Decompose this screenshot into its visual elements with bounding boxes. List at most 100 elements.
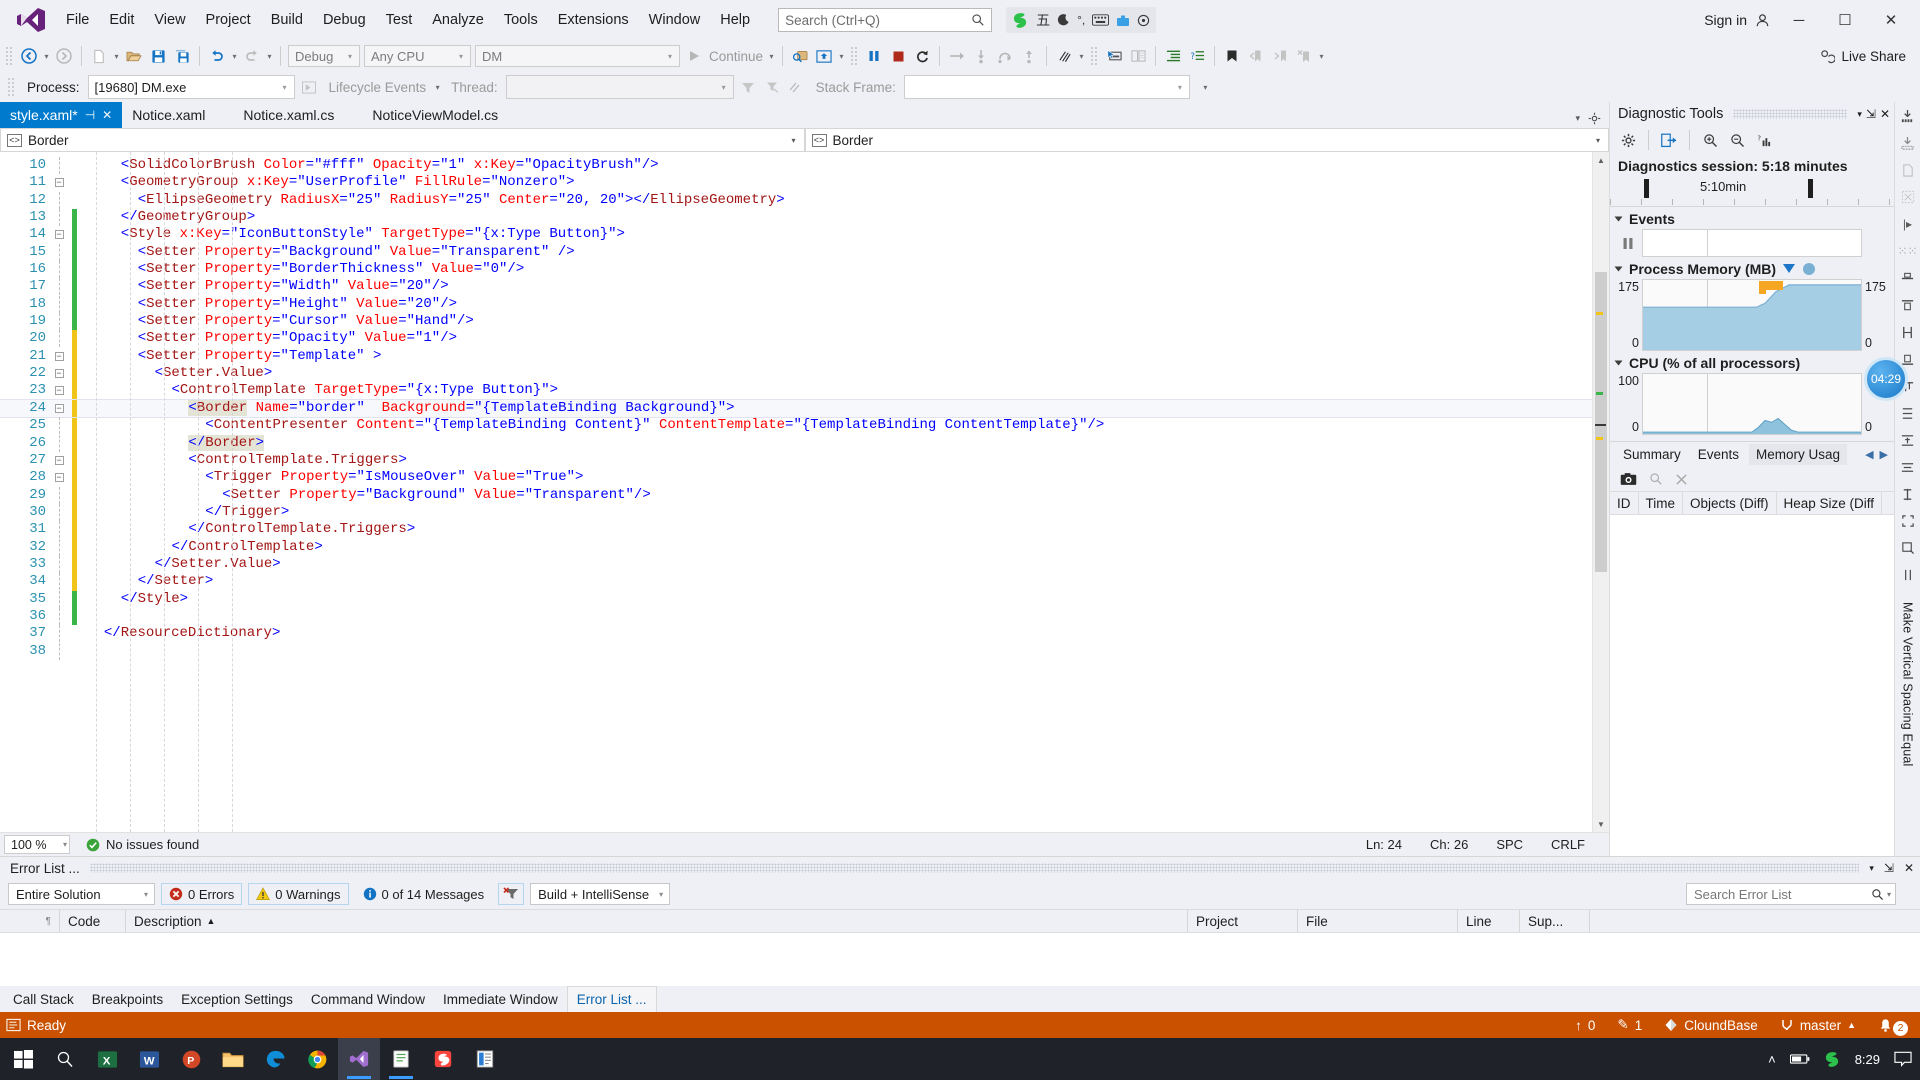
clear-icon[interactable] [1675, 473, 1688, 486]
reset-layout-icon[interactable] [1898, 187, 1918, 207]
code-text[interactable]: </Setter.Value> [77, 556, 281, 573]
restart-icon[interactable] [910, 44, 934, 68]
code-line[interactable]: 31 </ControlTemplate.Triggers> [0, 521, 1592, 539]
dock-tab-error-list[interactable]: Error List ... [566, 986, 657, 1012]
dock-tab-command-window[interactable]: Command Window [302, 988, 434, 1011]
thread-combo[interactable]: ▾ [505, 75, 734, 99]
continue-button[interactable]: Continue [706, 49, 766, 64]
continue-dropdown-icon[interactable]: ▾ [766, 44, 777, 68]
ime-toolbox-icon[interactable] [1116, 14, 1130, 27]
redo-icon[interactable] [240, 44, 264, 68]
panel-menu-icon[interactable]: ▾ [1857, 109, 1862, 120]
dock-tab-exception-settings[interactable]: Exception Settings [172, 988, 302, 1011]
save-icon[interactable] [146, 44, 170, 68]
fullscreen-icon[interactable] [1898, 511, 1918, 531]
global-search-input[interactable]: Search (Ctrl+Q) [778, 8, 993, 32]
step-into-icon[interactable] [969, 44, 993, 68]
notepad-icon[interactable] [380, 1038, 422, 1080]
tab-style-xaml[interactable]: style.xaml* ⊣ ✕ [0, 102, 123, 128]
close-icon[interactable]: ✕ [1904, 861, 1914, 875]
sign-in-label[interactable]: Sign in [1704, 12, 1747, 28]
code-text[interactable]: <GeometryGroup x:Key="UserProfile" FillR… [77, 174, 575, 191]
align-top-icon[interactable] [1898, 295, 1918, 315]
code-text[interactable]: <Setter Property="Background" Value="Tra… [77, 244, 575, 261]
dock-bottom-alt-icon[interactable] [1898, 133, 1918, 153]
ime-keyboard-icon[interactable] [1092, 14, 1110, 26]
outgoing-commits[interactable]: ↑ 0 [1575, 1018, 1595, 1033]
fold-toggle-icon[interactable]: − [46, 400, 72, 417]
code-text[interactable]: </Trigger> [77, 504, 289, 521]
pending-changes[interactable]: ✎ 1 [1617, 1017, 1642, 1033]
pin-icon[interactable]: ⇲ [1866, 107, 1876, 121]
code-text[interactable]: </ControlTemplate.Triggers> [77, 521, 415, 538]
code-line[interactable]: 17 <Setter Property="Width" Value="20"/> [0, 278, 1592, 296]
memory-chart[interactable] [1642, 279, 1862, 351]
maximize-button[interactable]: ☐ [1822, 0, 1868, 40]
undo-icon[interactable] [205, 44, 229, 68]
intellitrace-dropdown-icon[interactable]: ▾ [1076, 44, 1087, 68]
code-text[interactable]: </ResourceDictionary> [77, 625, 280, 642]
redo-dropdown-icon[interactable]: ▾ [264, 44, 275, 68]
show-hidden-icons-icon[interactable]: ˄ [1768, 1052, 1776, 1067]
code-line[interactable]: 24− <Border Name="border" Background="{Te… [0, 398, 1592, 419]
pause-icon[interactable] [862, 44, 886, 68]
undo-dropdown-icon[interactable]: ▾ [229, 44, 240, 68]
code-text[interactable] [77, 643, 87, 660]
timeline-marker-end[interactable] [1808, 179, 1813, 198]
compare-icon[interactable] [1126, 44, 1150, 68]
sogou-ime-icon[interactable] [1012, 12, 1029, 29]
code-text[interactable]: <SolidColorBrush Color="#fff" Opacity="1… [77, 157, 659, 174]
toolbar-grip[interactable] [5, 46, 14, 66]
prev-bookmark-icon[interactable] [1244, 44, 1268, 68]
save-all-icon[interactable] [170, 44, 194, 68]
ime-punctuation-icon[interactable]: °, [1077, 13, 1085, 27]
branch-indicator[interactable]: master ▲ [1780, 1018, 1856, 1033]
code-text[interactable]: </ControlTemplate> [77, 539, 323, 556]
open-file-icon[interactable] [122, 44, 146, 68]
select-control-icon[interactable] [1102, 44, 1126, 68]
start-debugging-icon[interactable] [682, 44, 706, 68]
tab-notice-xaml[interactable]: Notice.xaml [122, 102, 215, 128]
tab-list-icon[interactable]: ▾ [1575, 113, 1580, 124]
hot-reload-dropdown-icon[interactable]: ▾ [836, 44, 847, 68]
error-list-rows[interactable] [0, 933, 1920, 986]
clear-filter-button[interactable] [498, 883, 525, 905]
code-line[interactable]: 38 [0, 642, 1592, 660]
center-vertically-icon[interactable] [1898, 484, 1918, 504]
solution-platform-combo[interactable]: Any CPU ▾ [364, 45, 471, 67]
menu-build[interactable]: Build [261, 8, 313, 32]
zoom-out-icon[interactable] [1725, 128, 1749, 152]
solution-configuration-combo[interactable]: Debug ▾ [288, 45, 360, 67]
hot-reload-icon[interactable] [812, 44, 836, 68]
make-same-width-icon[interactable] [1898, 322, 1918, 342]
reader-icon[interactable] [464, 1038, 506, 1080]
spaces-indicator[interactable]: SPC [1496, 837, 1523, 852]
dock-tab-breakpoints[interactable]: Breakpoints [83, 988, 172, 1011]
code-text[interactable]: <Setter.Value> [77, 365, 273, 382]
expand-right-icon[interactable]: |▸ [1898, 214, 1918, 234]
toolbox-icon[interactable] [1898, 565, 1918, 585]
editor-zoom-combo[interactable]: 100 % ▾ [4, 835, 70, 854]
warnings-filter-button[interactable]: 0 Warnings [248, 883, 349, 905]
memory-section-header[interactable]: Process Memory (MB) [1610, 257, 1894, 279]
messages-filter-button[interactable]: 0 of 14 Messages [354, 883, 493, 905]
indent-icon[interactable] [1161, 44, 1185, 68]
sogou-icon[interactable] [422, 1038, 464, 1080]
tab-events[interactable]: Events [1691, 444, 1746, 465]
search-icon[interactable] [44, 1038, 86, 1080]
code-line[interactable]: 36 [0, 607, 1592, 626]
new-item-icon[interactable] [87, 44, 111, 68]
navigate-back-dropdown-icon[interactable]: ▾ [41, 44, 52, 68]
fold-toggle-icon[interactable]: − [46, 382, 72, 399]
scroll-down-icon[interactable]: ▼ [1593, 816, 1609, 832]
code-line[interactable]: 18 <Setter Property="Height" Value="20"/> [0, 295, 1592, 314]
code-text[interactable]: <Style x:Key="IconButtonStyle" TargetTyp… [77, 226, 625, 243]
tabs-scroll-right-icon[interactable]: ▶ [1880, 448, 1888, 461]
pin-icon[interactable]: ⊣ [85, 108, 95, 122]
stack-frame-icon[interactable] [784, 75, 808, 99]
navbar-left-combo[interactable]: <> Border ▾ [0, 128, 805, 152]
branch-dropdown-icon[interactable]: ▲ [1847, 1020, 1856, 1030]
column-objects-diff[interactable]: Objects (Diff) [1683, 492, 1777, 514]
scroll-up-icon[interactable]: ▲ [1593, 152, 1609, 168]
visual-studio-icon[interactable] [338, 1038, 380, 1080]
